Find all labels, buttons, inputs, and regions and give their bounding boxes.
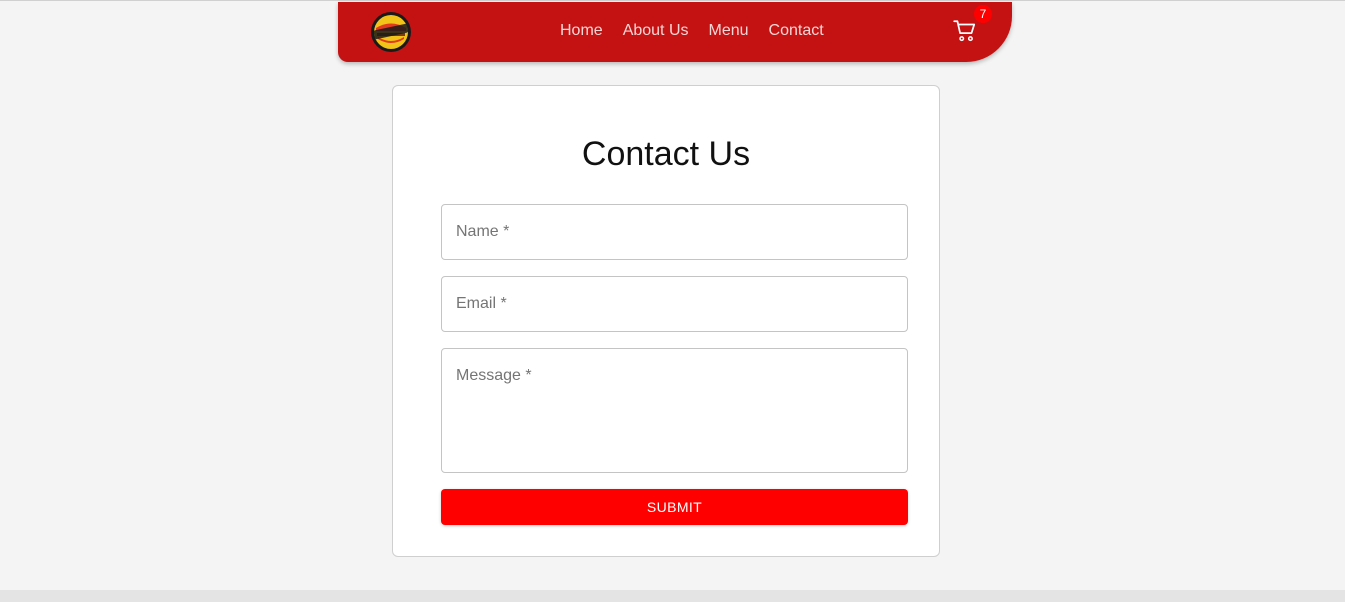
email-input[interactable] xyxy=(442,277,907,331)
nav-link-menu[interactable]: Menu xyxy=(709,21,749,41)
cart-button[interactable] xyxy=(952,18,978,44)
nav-link-home[interactable]: Home xyxy=(560,21,603,41)
message-textarea[interactable] xyxy=(442,349,907,472)
nav-link-contact[interactable]: Contact xyxy=(769,21,824,41)
cart-count-badge: 7 xyxy=(974,5,992,23)
message-field xyxy=(441,348,908,473)
contact-card: Contact Us SUBMIT xyxy=(392,85,940,557)
footer-strip xyxy=(0,590,1345,602)
nav-link-about-us[interactable]: About Us xyxy=(623,21,689,41)
name-field xyxy=(441,204,908,260)
nav-links: Home About Us Menu Contact xyxy=(560,21,844,41)
cart-icon xyxy=(953,20,976,42)
email-field xyxy=(441,276,908,332)
top-border-line xyxy=(0,0,1345,1)
submit-button[interactable]: SUBMIT xyxy=(441,489,908,525)
navbar: Home About Us Menu Contact 7 xyxy=(338,2,1012,62)
brand-logo[interactable] xyxy=(370,11,412,53)
name-input[interactable] xyxy=(442,205,907,259)
page-title: Contact Us xyxy=(581,135,751,173)
burger-logo-icon xyxy=(371,12,411,52)
